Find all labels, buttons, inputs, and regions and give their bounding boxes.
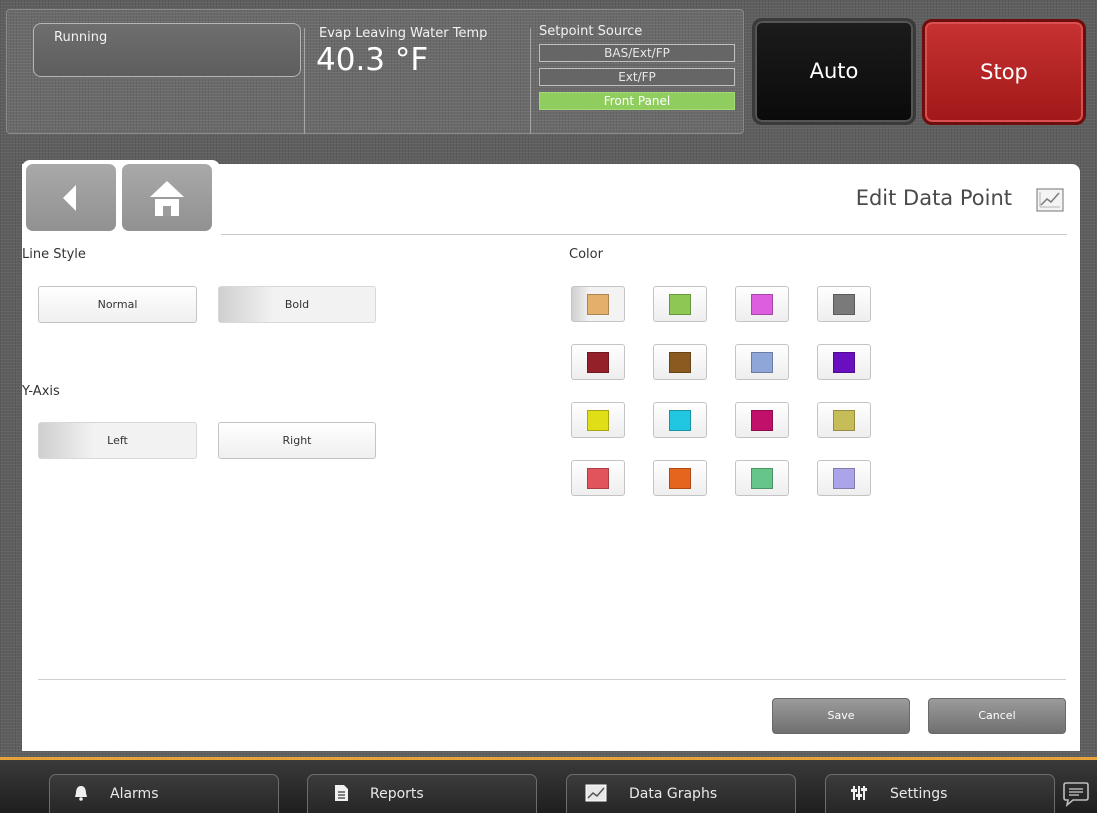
color-swatch-chip (669, 294, 691, 315)
color-swatch-chip (751, 352, 773, 373)
footer-nav: Alarms Reports Data Graphs Settings (0, 760, 1097, 813)
footer-alarms-button[interactable]: Alarms (49, 774, 279, 813)
footer-settings-label: Settings (890, 786, 948, 802)
status-bar: Running Evap Leaving Water Temp 40.3 °F … (6, 9, 744, 134)
color-swatch-chip (833, 468, 855, 489)
color-swatch-chip (587, 294, 609, 315)
status-divider (304, 28, 305, 134)
color-swatch-chip (587, 352, 609, 373)
setpoint-source-label: Setpoint Source (539, 24, 643, 39)
color-swatch-chip (669, 352, 691, 373)
footer-alarms-label: Alarms (110, 786, 159, 802)
color-swatch-button[interactable] (735, 402, 789, 438)
home-button[interactable] (122, 164, 212, 231)
color-swatch-chip (751, 410, 773, 431)
y-axis-left-button[interactable]: Left (38, 422, 197, 459)
color-swatch-button[interactable] (653, 344, 707, 380)
color-swatch-chip (751, 294, 773, 315)
footer-reports-label: Reports (370, 786, 424, 802)
color-swatch-chip (751, 468, 773, 489)
temp-label: Evap Leaving Water Temp (319, 26, 488, 41)
color-swatch-chip (669, 410, 691, 431)
settings-sliders-icon (851, 786, 867, 800)
color-swatch-chip (833, 294, 855, 315)
color-swatch-button[interactable] (735, 286, 789, 322)
running-status-label: Running (54, 30, 108, 45)
color-swatch-button[interactable] (653, 286, 707, 322)
color-swatch-chip (669, 468, 691, 489)
status-divider (530, 28, 531, 134)
color-label: Color (569, 247, 603, 262)
temp-value: 40.3 °F (316, 42, 429, 78)
stop-button[interactable]: Stop (922, 19, 1086, 125)
cancel-button[interactable]: Cancel (928, 698, 1066, 734)
line-style-bold-button[interactable]: Bold (218, 286, 376, 323)
color-swatch-chip (833, 410, 855, 431)
data-graph-icon (1036, 188, 1064, 212)
color-swatch-button[interactable] (817, 402, 871, 438)
color-swatch-chip (587, 468, 609, 489)
title-divider (221, 234, 1067, 235)
data-graph-icon (585, 784, 607, 802)
back-arrow-icon (63, 185, 76, 211)
color-swatch-button[interactable] (817, 344, 871, 380)
save-button[interactable]: Save (772, 698, 910, 734)
footer-settings-button[interactable]: Settings (825, 774, 1055, 813)
setpoint-option-bas: BAS/Ext/FP (539, 44, 735, 62)
setpoint-option-ext: Ext/FP (539, 68, 735, 86)
color-swatch-button[interactable] (735, 344, 789, 380)
back-button[interactable] (26, 164, 116, 231)
chat-bubble-icon[interactable] (1062, 781, 1090, 807)
home-icon (150, 181, 184, 216)
action-divider (38, 679, 1066, 680)
line-style-label: Line Style (22, 247, 86, 262)
setpoint-option-front-panel: Front Panel (539, 92, 735, 110)
footer-data-graphs-label: Data Graphs (629, 786, 718, 802)
color-swatch-button[interactable] (817, 286, 871, 322)
color-swatch-chip (833, 352, 855, 373)
color-swatch-button[interactable] (571, 402, 625, 438)
running-status: Running (33, 23, 301, 77)
document-icon (335, 785, 348, 801)
color-swatch-button[interactable] (653, 460, 707, 496)
color-swatch-button[interactable] (735, 460, 789, 496)
edit-data-point-panel: Edit Data Point Line Style Normal Bold Y… (22, 164, 1080, 751)
bell-icon (75, 786, 87, 801)
line-style-normal-button[interactable]: Normal (38, 286, 197, 323)
color-swatch-chip (587, 410, 609, 431)
footer-data-graphs-button[interactable]: Data Graphs (566, 774, 796, 813)
y-axis-right-button[interactable]: Right (218, 422, 376, 459)
color-swatch-button[interactable] (817, 460, 871, 496)
auto-button[interactable]: Auto (752, 18, 916, 125)
color-swatch-button[interactable] (571, 344, 625, 380)
page-title: Edit Data Point (855, 186, 1012, 210)
color-swatch-button[interactable] (571, 460, 625, 496)
color-swatch-button[interactable] (571, 286, 625, 322)
nav-tab-strip (22, 160, 220, 234)
y-axis-label: Y-Axis (22, 384, 60, 399)
color-swatch-button[interactable] (653, 402, 707, 438)
footer-reports-button[interactable]: Reports (307, 774, 537, 813)
